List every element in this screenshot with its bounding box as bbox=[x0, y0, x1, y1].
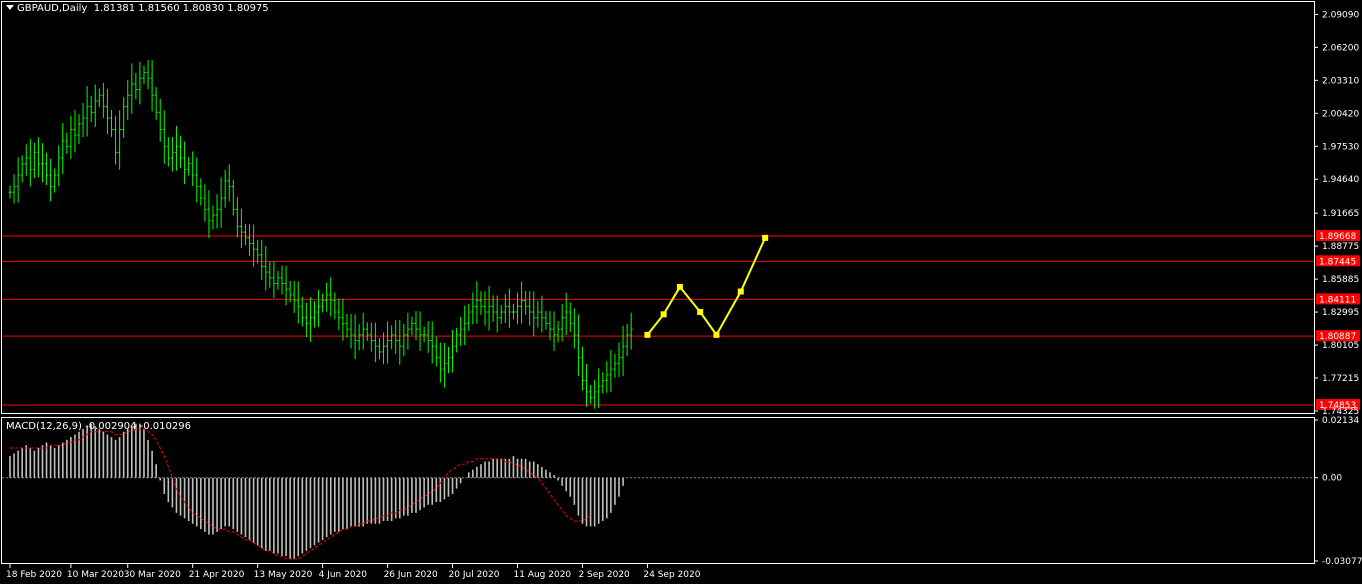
macd-axis[interactable]: 0.02134 0.00 -0.030776 bbox=[1314, 416, 1362, 567]
forecast-marker bbox=[660, 311, 667, 318]
main-chart-frame bbox=[1, 1, 1315, 414]
price-axis[interactable]: 2.09090 2.06200 2.03310 2.00420 1.97530 1.946… bbox=[1314, 10, 1359, 417]
time-tick-label: 13 May 2020 bbox=[254, 570, 313, 580]
dropdown-triangle-icon[interactable] bbox=[6, 5, 14, 10]
forecast-marker bbox=[697, 309, 704, 316]
trading-chart[interactable]: 1.896681.874451.841111.808871.74853 2.09… bbox=[0, 0, 1362, 584]
time-tick-label: 30 Mar 2020 bbox=[124, 570, 181, 580]
time-tick-label: 4 Jun 2020 bbox=[319, 570, 368, 580]
chart-title[interactable]: GBPAUD,Daily 1.81381 1.81560 1.80830 1.8… bbox=[6, 3, 269, 14]
macd-series bbox=[2, 423, 1314, 560]
time-tick-label: 26 Jun 2020 bbox=[384, 570, 438, 580]
time-tick-label: 11 Aug 2020 bbox=[514, 570, 572, 580]
macd-label: MACD(12,26,9) -0.002904 -0.010296 bbox=[6, 421, 191, 432]
price-tick-label: 1.94640 bbox=[1322, 175, 1359, 185]
time-tick-label: 21 Apr 2020 bbox=[189, 570, 245, 580]
price-tick-label: 2.03310 bbox=[1322, 76, 1359, 86]
time-axis[interactable]: 18 Feb 2020 10 Mar 2020 30 Mar 2020 21 Apr … bbox=[6, 564, 701, 580]
forecast-path[interactable] bbox=[644, 234, 769, 338]
price-tick-label: 1.88775 bbox=[1322, 242, 1359, 252]
macd-title: MACD(12,26,9) -0.002904 -0.010296 bbox=[6, 421, 191, 432]
horizontal-levels[interactable]: 1.896681.874451.841111.808871.74853 bbox=[2, 229, 1360, 411]
time-tick-label: 2 Sep 2020 bbox=[578, 570, 630, 580]
price-tick-label: 1.85885 bbox=[1322, 275, 1359, 285]
price-tick-label: 1.77215 bbox=[1322, 374, 1359, 384]
forecast-marker bbox=[737, 288, 744, 295]
macd-tick-label: 0.02134 bbox=[1322, 416, 1359, 426]
time-tick-label: 20 Jul 2020 bbox=[449, 570, 500, 580]
level-tag-label: 1.89668 bbox=[1319, 232, 1356, 242]
time-tick-label: 24 Sep 2020 bbox=[643, 570, 700, 580]
price-tick-label: 1.82995 bbox=[1322, 308, 1359, 318]
forecast-marker bbox=[713, 331, 720, 338]
price-tick-label: 1.91665 bbox=[1322, 209, 1359, 219]
macd-tick-label: -0.030776 bbox=[1322, 557, 1362, 567]
macd-tick-label: 0.00 bbox=[1322, 474, 1342, 484]
macd-signal-line bbox=[10, 428, 591, 560]
price-tick-label: 1.80105 bbox=[1322, 341, 1359, 351]
candles-series bbox=[8, 60, 633, 409]
macd-panel-frame bbox=[1, 417, 1315, 564]
symbol-label: GBPAUD,Daily bbox=[17, 3, 88, 14]
price-tick-label: 2.09090 bbox=[1322, 10, 1359, 20]
price-tick-label: 2.00420 bbox=[1322, 109, 1359, 119]
forecast-marker bbox=[644, 331, 651, 338]
level-tag-label: 1.87445 bbox=[1319, 257, 1356, 267]
forecast-marker bbox=[676, 283, 683, 290]
ohlc-values: 1.81381 1.81560 1.80830 1.80975 bbox=[93, 3, 269, 14]
level-tag-label: 1.84111 bbox=[1319, 295, 1356, 305]
price-tick-label: 2.06200 bbox=[1322, 43, 1359, 53]
price-tick-label: 1.97530 bbox=[1322, 142, 1359, 152]
forecast-marker bbox=[762, 234, 769, 241]
time-tick-label: 10 Mar 2020 bbox=[67, 570, 124, 580]
time-tick-label: 18 Feb 2020 bbox=[6, 570, 62, 580]
forecast-line bbox=[646, 237, 767, 337]
